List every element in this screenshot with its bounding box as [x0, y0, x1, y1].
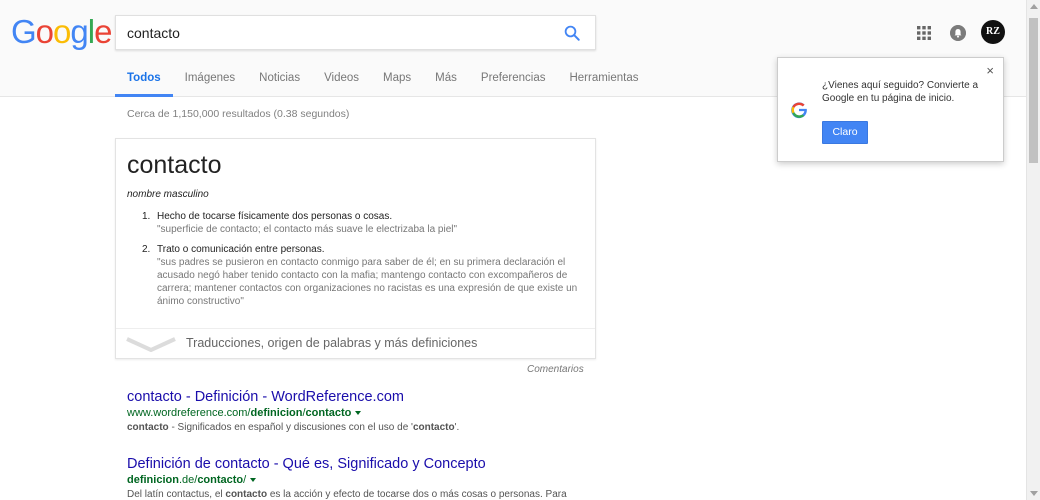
search-icon[interactable]	[563, 24, 581, 42]
result-snippet: Del latín contactus, el contacto es la a…	[127, 488, 597, 500]
definition-example: "superficie de contacto; el contacto más…	[157, 224, 458, 235]
more-definitions-label: Traducciones, origen de palabras y más d…	[186, 336, 478, 350]
tab-videos[interactable]: Videos	[312, 60, 371, 97]
snippet-highlight: contacto	[412, 422, 455, 433]
dictionary-card: contacto nombre masculino 1. Hecho de toc…	[115, 138, 596, 359]
result-title-link[interactable]: contacto - Definición - WordReference.co…	[127, 389, 597, 405]
url-text: /	[243, 474, 247, 486]
page: Google Todos Imágenes Noticias Videos Ma…	[0, 0, 1040, 500]
definition-example: "sus padres se pusieron en contacto conm…	[157, 257, 578, 307]
url-highlight: definicion	[250, 407, 303, 419]
close-icon[interactable]: ×	[986, 63, 994, 78]
url-text: www.wordreference.com/	[127, 407, 251, 419]
tab-maps[interactable]: Maps	[371, 60, 423, 97]
tab-imagenes[interactable]: Imágenes	[173, 60, 248, 97]
definition-item: 2. Trato o comunicación entre personas. "…	[142, 243, 582, 308]
scrollbar[interactable]	[1026, 0, 1040, 500]
definition-number: 1.	[142, 211, 151, 222]
notifications-bell-icon[interactable]	[950, 25, 966, 41]
definition-item: 1. Hecho de tocarse físicamente dos perso…	[142, 210, 582, 236]
result-url: www.wordreference.com/definicion/contact…	[127, 407, 597, 419]
definition-number: 2.	[142, 244, 151, 255]
snippet-text: es la acción y efecto de tocarse dos o m…	[267, 489, 567, 500]
tab-preferencias[interactable]: Preferencias	[469, 60, 558, 97]
url-highlight: contacto	[305, 407, 352, 419]
popup-message: ¿Vienes aquí seguido? Convierte a Google…	[822, 80, 979, 104]
snippet-text: - Significados en español y discusiones …	[168, 422, 413, 433]
accept-button[interactable]: Claro	[822, 121, 868, 144]
search-result: contacto - Definición - WordReference.co…	[127, 389, 597, 434]
result-snippet: contacto - Significados en español y dis…	[127, 421, 597, 434]
google-logo[interactable]: Google	[11, 13, 112, 50]
dictionary-word: contacto	[127, 151, 222, 179]
url-text: .de/	[178, 474, 198, 486]
scroll-down-arrow-icon[interactable]	[1030, 491, 1038, 496]
dropdown-arrow-icon[interactable]	[250, 478, 257, 483]
snippet-highlight: contacto	[127, 422, 169, 433]
scrollbar-thumb[interactable]	[1029, 18, 1038, 163]
search-box	[115, 15, 596, 50]
result-title-link[interactable]: Definición de contacto - Qué es, Signifi…	[127, 456, 597, 472]
tab-mas[interactable]: Más	[423, 60, 469, 97]
scroll-up-arrow-icon[interactable]	[1030, 4, 1038, 9]
definition-text: Trato o comunicación entre personas.	[157, 244, 325, 255]
snippet-text: Del latín contactus, el	[127, 489, 226, 500]
logo-letter: g	[70, 13, 88, 50]
tab-herramientas[interactable]: Herramientas	[557, 60, 650, 97]
apps-grid-icon[interactable]	[917, 26, 931, 40]
part-of-speech: nombre masculino	[127, 189, 209, 200]
snippet-text: '.	[454, 422, 460, 433]
logo-letter: e	[94, 13, 112, 50]
url-highlight: contacto	[197, 474, 244, 486]
more-definitions-expander[interactable]: Traducciones, origen de palabras y más d…	[116, 328, 595, 359]
result-url: definicion.de/contacto/	[127, 474, 597, 486]
avatar[interactable]: RZ	[981, 20, 1005, 44]
logo-letter: o	[35, 13, 54, 50]
definition-text: Hecho de tocarse físicamente dos persona…	[157, 211, 393, 222]
snippet-highlight: contacto	[225, 489, 268, 500]
url-highlight: definicion	[127, 474, 179, 486]
tab-noticias[interactable]: Noticias	[247, 60, 312, 97]
search-result: Definición de contacto - Qué es, Signifi…	[127, 456, 597, 500]
logo-letter: G	[11, 13, 37, 50]
homepage-promo-popup: × ¿Vienes aquí seguido? Convierte a Goog…	[777, 57, 1004, 162]
search-tabs: Todos Imágenes Noticias Videos Maps Más …	[115, 60, 651, 97]
search-input[interactable]	[127, 16, 547, 49]
chevron-down-icon	[126, 337, 176, 352]
dropdown-arrow-icon[interactable]	[355, 411, 362, 416]
tab-todos[interactable]: Todos	[115, 60, 173, 97]
comments-link[interactable]: Comentarios	[527, 364, 584, 375]
google-g-icon	[791, 102, 807, 119]
logo-letter: o	[53, 13, 71, 50]
result-stats: Cerca de 1,150,000 resultados (0.38 segu…	[127, 108, 350, 120]
